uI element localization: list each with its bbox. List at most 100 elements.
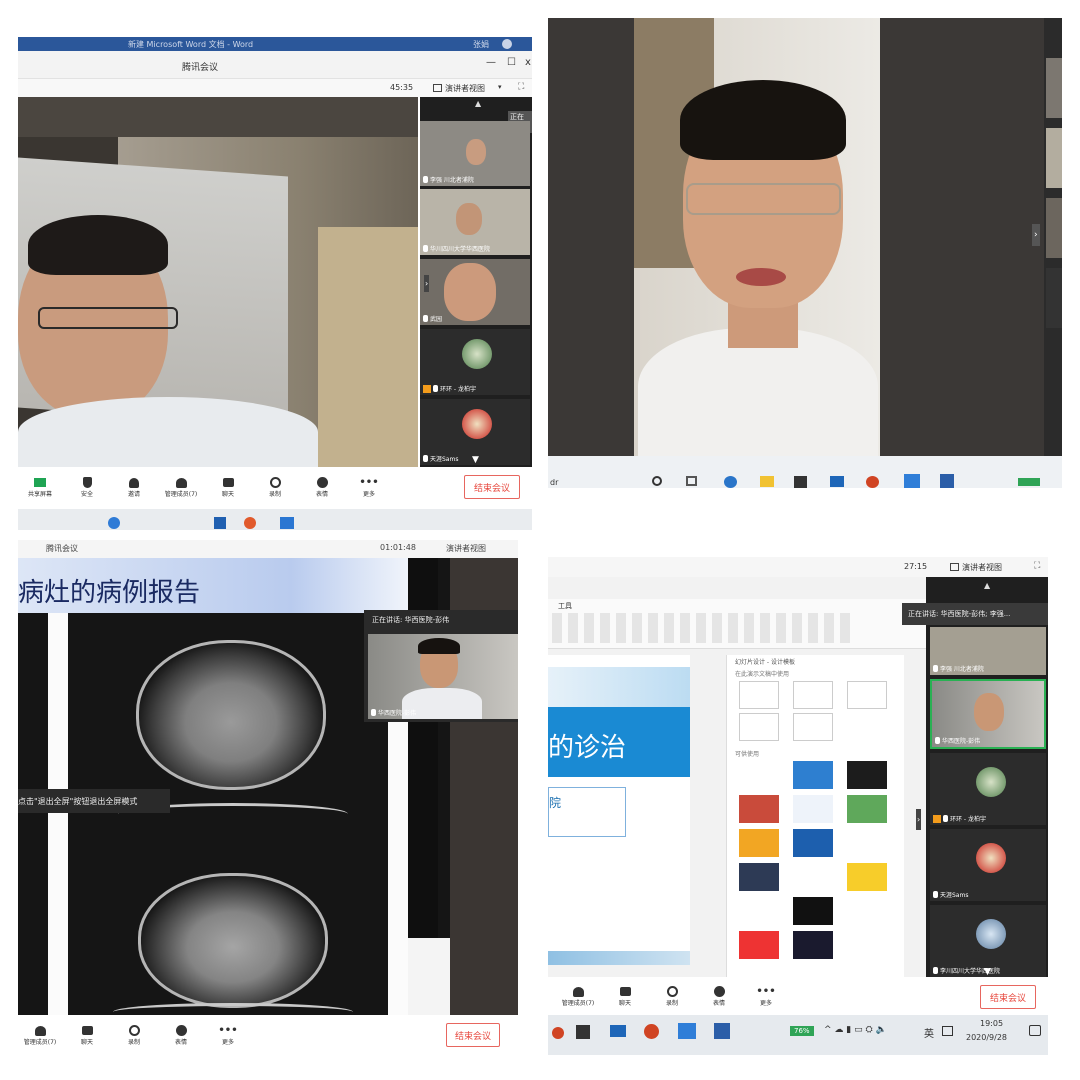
ime-indicator[interactable]: 英	[924, 1025, 934, 1040]
speaker-video: 华西医院-彭伟	[368, 634, 518, 719]
mail-icon[interactable]	[830, 476, 844, 487]
share-screen-button[interactable]: 共享屏幕	[22, 476, 58, 498]
view-mode-select[interactable]: 演讲者视图	[962, 562, 1002, 573]
participant-thumb[interactable]: 李强 川北者浦院	[420, 121, 530, 186]
participant-name: 天涯Sams	[940, 892, 969, 899]
participant-thumb[interactable]: 环环 - 龙柏宇	[930, 753, 1046, 825]
participant-name: 环环 - 龙柏宇	[440, 386, 476, 393]
manage-members-button[interactable]: 管理成员(7)	[560, 985, 596, 1007]
participant-thumb[interactable]: 华西医院-彭伟	[930, 679, 1046, 749]
collapse-icon[interactable]: ›	[1032, 224, 1040, 246]
app-title-bar: 腾讯会议 — ☐ x	[18, 51, 532, 79]
search-icon[interactable]	[652, 476, 662, 486]
avatar	[502, 39, 512, 49]
close-button[interactable]: x	[525, 57, 531, 68]
participant-thumb[interactable]: 天涯Sams ▼	[420, 399, 530, 465]
participant-thumb[interactable]: 华川四川大学华西医院	[420, 189, 530, 255]
mic-icon	[423, 315, 428, 322]
fullscreen-icon[interactable]: ⛶	[518, 82, 524, 92]
edge-icon[interactable]	[724, 476, 737, 488]
hint-text: 点击"退出全屏"按钮退出全屏模式	[18, 797, 138, 806]
participant-thumb[interactable]: 武园	[420, 259, 530, 325]
notification-icon[interactable]	[1029, 1025, 1041, 1036]
collapse-icon[interactable]: ›	[424, 275, 430, 292]
chat-button[interactable]: 聊天	[210, 476, 246, 498]
template-grid[interactable]	[739, 761, 889, 971]
view-mode-select[interactable]: 演讲者视图	[446, 543, 486, 554]
manage-members-button[interactable]: 管理成员(7)	[22, 1024, 58, 1046]
participant-thumb[interactable]: 李川四川大学华西医院 ▼	[930, 905, 1046, 977]
store-icon[interactable]	[576, 1025, 590, 1039]
record-button[interactable]: 录制	[116, 1024, 152, 1046]
person-head	[974, 693, 1004, 731]
template-thumb[interactable]	[739, 713, 779, 741]
meeting-window-gallery: 新建 Microsoft Word 文档 - Word 张娟 腾讯会议 — ☐ …	[18, 37, 532, 530]
template-thumb[interactable]	[739, 681, 779, 709]
slide-title-band: 的诊治	[548, 707, 690, 777]
mic-icon	[423, 176, 428, 183]
participant-thumb[interactable]	[1046, 58, 1062, 118]
scroll-down-icon[interactable]: ▼	[472, 455, 479, 465]
security-button[interactable]: 安全	[69, 476, 105, 498]
participant-thumb[interactable]: 环环 - 龙柏宇	[420, 329, 530, 395]
participant-thumb[interactable]: 天涯Sams	[930, 829, 1046, 901]
participant-thumb[interactable]	[1046, 268, 1062, 328]
maximize-button[interactable]: ☐	[507, 57, 516, 68]
manage-members-button[interactable]: 管理成员(7)	[163, 476, 199, 498]
view-mode-select[interactable]: 演讲者视图	[445, 83, 485, 94]
meeting-app-icon[interactable]	[678, 1023, 696, 1039]
folder-icon[interactable]	[760, 476, 774, 487]
collapse-icon[interactable]: ›	[916, 809, 922, 830]
template-thumb[interactable]	[793, 681, 833, 709]
clock-time[interactable]: 19:05	[980, 1019, 1003, 1028]
more-button[interactable]: ••• 更多	[210, 1024, 246, 1046]
chat-button[interactable]: 聊天	[69, 1024, 105, 1046]
store-icon[interactable]	[794, 476, 807, 488]
scroll-up-icon[interactable]: ▲	[475, 99, 481, 108]
meeting-timer: 01:01:48	[380, 543, 416, 552]
emoji-button[interactable]: 表情	[701, 985, 737, 1007]
end-meeting-button[interactable]: 结束会议	[446, 1023, 500, 1047]
fullscreen-icon[interactable]: ⛶	[1034, 561, 1040, 571]
clock-date[interactable]: 2020/9/28	[966, 1033, 1007, 1042]
template-thumb[interactable]	[847, 681, 887, 709]
participant-name: 环环 - 龙柏宇	[950, 816, 986, 823]
participant-name: 华川四川大学华西医院	[430, 246, 491, 253]
ribbon-tab[interactable]: 工具	[558, 601, 572, 611]
minimize-button[interactable]: —	[486, 57, 496, 68]
end-meeting-button[interactable]: 结束会议	[980, 985, 1036, 1009]
keyboard-icon[interactable]	[942, 1026, 953, 1036]
record-button[interactable]: 录制	[257, 476, 293, 498]
participant-thumb[interactable]: 李强 川北者浦院	[930, 627, 1046, 675]
ribbon-icons	[552, 613, 852, 643]
scroll-down-icon[interactable]: ▼	[984, 967, 991, 977]
search-icon[interactable]	[552, 1027, 564, 1039]
mail-icon[interactable]	[610, 1025, 626, 1037]
word-icon[interactable]	[714, 1023, 730, 1039]
task-view-icon[interactable]	[686, 476, 697, 486]
meeting-app-icon[interactable]	[904, 474, 920, 488]
ct-scan-image	[136, 640, 326, 790]
slide-title: 的诊治	[548, 733, 627, 763]
person-hair	[418, 638, 460, 654]
more-button[interactable]: ••• 更多	[748, 985, 784, 1007]
chat-button[interactable]: 聊天	[607, 985, 643, 1007]
scroll-up-icon[interactable]: ▲	[984, 581, 990, 590]
participant-thumb[interactable]	[1046, 128, 1062, 188]
invite-button[interactable]: 邀请	[116, 476, 152, 498]
end-meeting-button[interactable]: 结束会议	[464, 475, 520, 499]
more-button[interactable]: ••• 更多	[351, 476, 387, 498]
ppt-icon[interactable]	[644, 1024, 659, 1039]
emoji-button[interactable]: 表情	[163, 1024, 199, 1046]
ppt-icon[interactable]	[866, 476, 879, 488]
mic-icon	[423, 245, 428, 252]
emoji-button[interactable]: 表情	[304, 476, 340, 498]
record-button[interactable]: 录制	[654, 985, 690, 1007]
template-thumb[interactable]	[793, 713, 833, 741]
participant-column: ▲ 正在讲 李强 川北者浦院 华川四川大学华西医院 武园 环环 - 龙柏宇 天涯…	[420, 97, 532, 467]
person-glasses	[686, 183, 841, 215]
meeting-timer: 27:15	[904, 562, 928, 571]
participant-thumb[interactable]	[1046, 198, 1062, 258]
slide-title: 病灶的病例报告	[18, 578, 201, 608]
word-icon[interactable]	[940, 474, 954, 488]
